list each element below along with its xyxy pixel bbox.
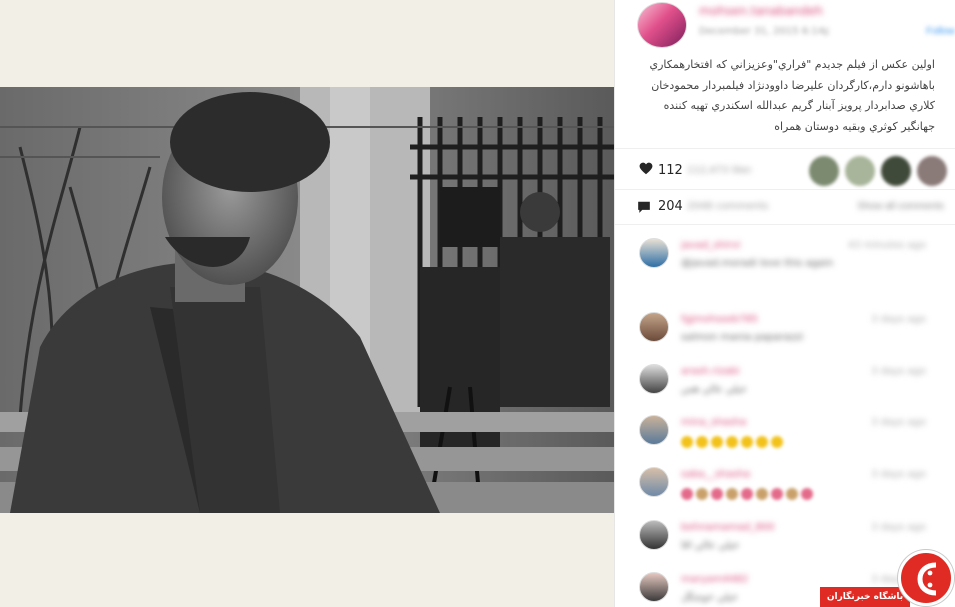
caption-line: باهاشونو دارم،كارگردان عليرضا داوودنژاد … — [651, 78, 935, 92]
comment-item: saba__shasha 3 days ago — [615, 467, 955, 517]
comment-emoji-row — [681, 485, 816, 501]
post-caption: اولين عكس از فيلم جديدم "فراري"وعزيزاني … — [633, 55, 935, 137]
commenter-avatar[interactable] — [639, 467, 669, 497]
comment-text: salmon mania paparazzi — [681, 332, 804, 343]
post-photo[interactable] — [0, 87, 614, 513]
owner-username[interactable]: mohsen.tanabandeh — [699, 4, 869, 17]
comment-time: 3 days ago — [871, 417, 926, 428]
commenter-avatar[interactable] — [639, 572, 669, 602]
commenter-avatar[interactable] — [639, 312, 669, 342]
comment-username[interactable]: fgjmohsseb785 — [681, 314, 791, 325]
liker-avatar[interactable] — [917, 156, 947, 186]
follow-button[interactable]: Follow — [915, 24, 955, 38]
liker-avatar[interactable] — [845, 156, 875, 186]
comment-username[interactable]: behnamamad_800 — [681, 522, 791, 533]
liker-avatar[interactable] — [809, 156, 839, 186]
caption-line: اولين عكس از فيلم جديدم "فراري"وعزيزاني … — [649, 58, 935, 71]
logo-glyph-icon — [917, 562, 937, 596]
comments-label: 2048 comments — [687, 201, 769, 212]
comment-text: خيلي عالي آقا — [681, 540, 740, 551]
comment-item: mina_shasha 3 days ago — [615, 415, 955, 465]
site-banner: باشگاه خبرنگاران — [820, 587, 910, 607]
comment-text: @javad.moradi love this again — [681, 258, 834, 269]
comment-emoji-row — [681, 433, 786, 449]
comment-item: arash.rizabi 3 days ago خيلي عالي هس — [615, 364, 955, 414]
divider — [615, 189, 955, 190]
divider — [615, 148, 955, 149]
post-sidebar: mohsen.tanabandeh December 31, 2015 6:14… — [614, 0, 955, 607]
comment-text: خيلي خوشگل — [681, 592, 738, 603]
comment-time: 3 days ago — [871, 469, 926, 480]
post-date: December 31, 2015 6:14pm — [699, 26, 829, 37]
comment-time: 43 minutes ago — [847, 240, 926, 251]
site-logo-icon — [898, 550, 954, 606]
show-all-comments-button[interactable]: Show all comments — [816, 201, 944, 212]
comment-time: 3 days ago — [871, 314, 926, 325]
likes-row: 112 112,473 likes — [615, 156, 955, 186]
commenter-avatar[interactable] — [639, 238, 669, 268]
comment-time: 3 days ago — [871, 522, 926, 533]
heart-icon[interactable] — [639, 162, 653, 176]
divider — [615, 224, 955, 225]
speech-bubble-icon[interactable] — [637, 200, 651, 214]
owner-avatar[interactable] — [637, 2, 687, 48]
comment-username[interactable]: mina_shasha — [681, 417, 791, 428]
comment-username[interactable]: maryam4482 — [681, 574, 791, 585]
comment-username[interactable]: saba__shasha — [681, 469, 791, 480]
comment-text: خيلي عالي هس — [681, 384, 747, 395]
caption-line: جهانگير كوثري وبقيه دوستان همراه — [774, 119, 935, 133]
comments-row: 204 2048 comments Show all comments — [615, 194, 955, 220]
comments-count: 204 — [658, 199, 683, 214]
liker-avatar[interactable] — [881, 156, 911, 186]
comment-username[interactable]: arash.rizabi — [681, 366, 791, 377]
post-image — [0, 87, 614, 513]
comment-item: javad_shirvi 43 minutes ago @javad.morad… — [615, 238, 955, 288]
comment-username[interactable]: javad_shirvi — [681, 240, 791, 251]
commenter-avatar[interactable] — [639, 415, 669, 445]
likes-label[interactable]: 112,473 likes — [687, 165, 751, 175]
commenter-avatar[interactable] — [639, 520, 669, 550]
caption-line: كلاري صدابردار پرويز آبنار گريم عبدالله … — [663, 99, 935, 112]
comment-item: fgjmohsseb785 3 days ago salmon mania pa… — [615, 312, 955, 362]
commenter-avatar[interactable] — [639, 364, 669, 394]
comment-time: 3 days ago — [871, 366, 926, 377]
likes-count: 112 — [658, 163, 683, 178]
